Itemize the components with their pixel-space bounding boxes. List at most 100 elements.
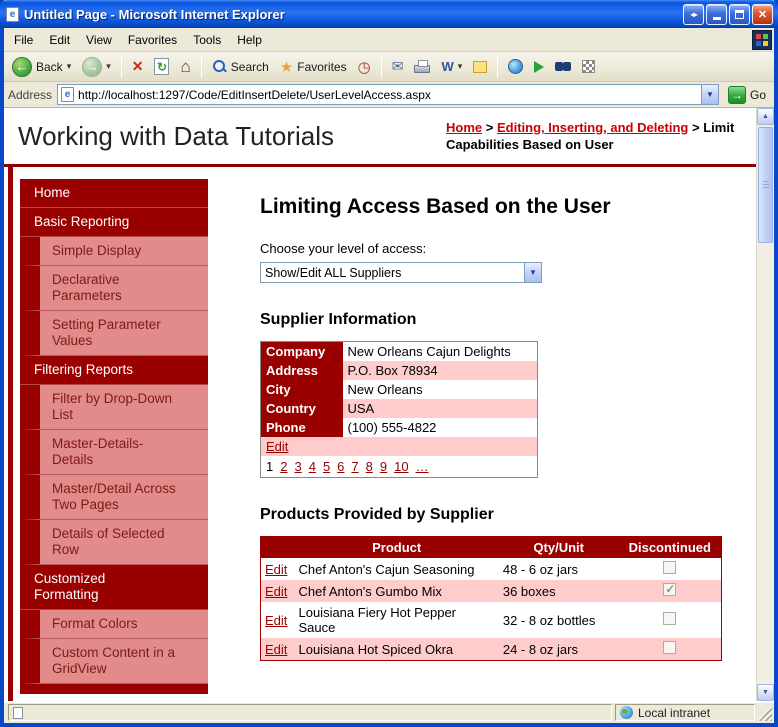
resize-grip[interactable] <box>758 705 772 721</box>
sidebar-item-master-details-details[interactable]: Master-Details-Details <box>20 430 208 475</box>
close-button[interactable]: ✕ <box>752 3 773 25</box>
breadcrumb-home-link[interactable]: Home <box>446 120 482 135</box>
history-button[interactable]: ◷ <box>354 56 375 78</box>
edit-with-word-button[interactable]: W ▾ <box>437 57 466 76</box>
scrollbar-thumb[interactable] <box>758 127 773 243</box>
menu-edit[interactable]: Edit <box>41 29 78 51</box>
sidebar-item-setting-parameter-values[interactable]: Setting Parameter Values <box>20 311 208 356</box>
products-grid: Product Qty/Unit Discontinued Edit Chef … <box>260 536 722 661</box>
sidebar-item-simple-display[interactable]: Simple Display <box>20 237 208 266</box>
address-input[interactable]: e http://localhost:1297/Code/EditInsertD… <box>57 84 719 105</box>
go-button[interactable]: → Go <box>724 85 770 105</box>
print-button[interactable] <box>410 58 434 75</box>
page-title: Limiting Access Based on the User <box>260 195 611 218</box>
discuss-button[interactable] <box>469 59 491 75</box>
intranet-zone-icon <box>620 706 633 719</box>
discontinued-checkbox <box>663 641 677 654</box>
row-edit-link[interactable]: Edit <box>265 562 287 577</box>
back-chevron-icon: ▾ <box>66 61 72 71</box>
row-edit-link[interactable]: Edit <box>265 613 287 628</box>
toolbar-separator <box>120 55 122 78</box>
product-qty: 36 boxes <box>502 583 556 599</box>
address-url: http://localhost:1297/Code/EditInsertDel… <box>78 87 431 102</box>
toolbar-addon-button-2[interactable] <box>530 59 548 75</box>
sidebar-item-home[interactable]: Home <box>20 179 208 208</box>
field-value: USA <box>347 401 375 416</box>
favorites-button[interactable]: ★ Favorites <box>276 56 351 78</box>
pager-page-link[interactable]: 5 <box>323 459 330 474</box>
row-edit-link[interactable]: Edit <box>265 642 287 657</box>
resize-button[interactable]: ◂▸ <box>683 3 704 25</box>
maximize-icon <box>735 9 744 19</box>
go-arrow-icon: → <box>727 85 746 104</box>
pager-page-link[interactable]: 10 <box>394 459 408 474</box>
sidebar-item-declarative-parameters[interactable]: Declarative Parameters <box>20 266 208 311</box>
pager-page-link[interactable]: 2 <box>280 459 287 474</box>
pager-page-link[interactable]: 9 <box>380 459 387 474</box>
sidebar-item-format-colors[interactable]: Format Colors <box>20 610 208 639</box>
search-button[interactable]: Search <box>208 57 273 76</box>
scroll-up-button[interactable]: ▲ <box>757 108 774 125</box>
sidebar-item-custom-content-in-a-gridview[interactable]: Custom Content in a GridView <box>20 639 208 684</box>
supplier-edit-link[interactable]: Edit <box>266 439 288 454</box>
field-label: Address <box>260 361 343 380</box>
table-row: Phone (100) 555-4822 <box>260 418 538 437</box>
pager-page-link[interactable]: 3 <box>294 459 301 474</box>
mail-button[interactable]: ✉ <box>388 56 408 77</box>
toolbar-separator <box>200 55 202 78</box>
main-content: Limiting Access Based on the User Choose… <box>260 173 756 701</box>
sidebar-section-customized-formatting[interactable]: Customized Formatting <box>20 565 208 610</box>
select-dropdown-button[interactable]: ▼ <box>524 263 541 282</box>
row-edit-link[interactable]: Edit <box>265 584 287 599</box>
refresh-button[interactable]: ↻ <box>150 56 173 77</box>
breadcrumb-section-link[interactable]: Editing, Inserting, and Deleting <box>497 120 688 135</box>
forward-button[interactable]: → ▾ <box>78 55 115 79</box>
access-level-select[interactable]: Show/Edit ALL Suppliers ▼ <box>260 262 542 283</box>
minimize-button[interactable] <box>706 3 727 25</box>
stop-button[interactable]: ✕ <box>128 56 148 77</box>
maximize-button[interactable] <box>729 3 750 25</box>
pager-page-link[interactable]: 6 <box>337 459 344 474</box>
menu-view[interactable]: View <box>78 29 120 51</box>
home-icon: ⌂ <box>180 56 191 76</box>
favorites-label: Favorites <box>297 59 347 74</box>
pager-page-link[interactable]: 4 <box>309 459 316 474</box>
menu-tools[interactable]: Tools <box>185 29 229 51</box>
pager-ellipsis-link[interactable]: … <box>416 459 429 474</box>
chevron-down-icon: ▼ <box>529 268 537 277</box>
field-label: Country <box>260 399 343 418</box>
menu-help[interactable]: Help <box>229 29 270 51</box>
forward-icon: → <box>82 56 103 77</box>
toolbar-addon-button-3[interactable] <box>551 60 575 73</box>
menu-file[interactable]: File <box>6 29 41 51</box>
forward-chevron-icon: ▾ <box>106 61 111 71</box>
field-label: City <box>260 380 343 399</box>
sidebar-item-details-of-selected-row[interactable]: Details of Selected Row <box>20 520 208 565</box>
toolbar-addon-button-1[interactable] <box>504 57 527 76</box>
qty-column-header: Qty/Unit <box>498 536 619 558</box>
sidebar-item-filter-by-drop-down-list[interactable]: Filter by Drop-Down List <box>20 385 208 430</box>
addon-globe-icon <box>508 59 524 74</box>
menu-favorites[interactable]: Favorites <box>120 29 185 51</box>
sidebar-section-filtering-reports[interactable]: Filtering Reports <box>20 356 208 385</box>
edit-chevron-icon: ▾ <box>457 61 463 71</box>
scrollbar-track[interactable] <box>757 125 774 684</box>
refresh-icon: ↻ <box>154 58 170 75</box>
toolbar-addon-button-4[interactable] <box>578 58 599 75</box>
vertical-scrollbar[interactable]: ▲ ▼ <box>756 108 774 701</box>
pager-page-link[interactable]: 7 <box>351 459 358 474</box>
back-button[interactable]: ← Back ▾ <box>8 55 75 79</box>
pager-page-link[interactable]: 8 <box>366 459 373 474</box>
table-row: Edit Chef Anton's Gumbo Mix 36 boxes <box>260 580 722 602</box>
home-button[interactable]: ⌂ <box>176 55 194 79</box>
scroll-down-button[interactable]: ▼ <box>757 684 774 701</box>
security-zone-pane: Local intranet <box>615 704 755 721</box>
left-accent-rail <box>8 167 13 701</box>
address-dropdown-button[interactable]: ▼ <box>700 85 718 104</box>
sidebar-section-basic-reporting[interactable]: Basic Reporting <box>20 208 208 237</box>
stop-icon: ✕ <box>131 58 144 74</box>
sidebar-item-master-detail-across-two-pages[interactable]: Master/Detail Across Two Pages <box>20 475 208 520</box>
field-label: Company <box>260 341 343 361</box>
title-bar[interactable]: e Untitled Page - Microsoft Internet Exp… <box>0 0 778 28</box>
field-value: P.O. Box 78934 <box>347 363 438 378</box>
